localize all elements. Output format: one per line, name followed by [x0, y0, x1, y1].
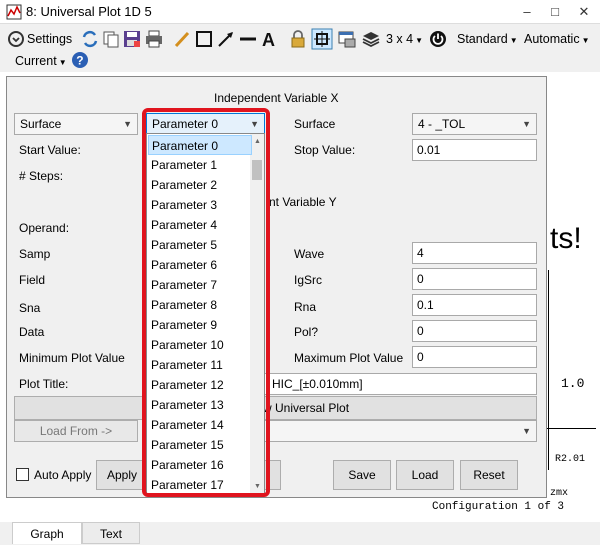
pol-label: Pol? [294, 325, 319, 339]
chevron-down-icon: ▼ [522, 119, 531, 129]
independent-y-header: nt Variable Y [269, 195, 337, 209]
chevron-down-icon: ▼ [522, 426, 531, 436]
plot-axis-tick: 1.0 [561, 376, 585, 391]
standard-label: Standard [457, 32, 508, 46]
plot-big-text: ts! [550, 222, 582, 255]
wave-input[interactable]: 4 [412, 242, 537, 264]
toolbar: Settings A 3 x 4 ▼ Standard ▼ Automatic … [0, 24, 600, 72]
plot-title-label: Plot Title: [19, 377, 69, 391]
save-button[interactable]: Save [333, 460, 391, 490]
refresh-icon[interactable] [80, 29, 100, 49]
rna-label: Rna [294, 300, 317, 314]
sna-label: Sna [19, 301, 41, 315]
maximize-button[interactable]: □ [546, 3, 564, 21]
pencil-icon[interactable] [172, 29, 192, 49]
surface-type-combo[interactable]: Surface ▼ [14, 113, 138, 135]
text-icon[interactable]: A [259, 29, 279, 49]
tab-graph[interactable]: Graph [12, 522, 82, 544]
surface-number-combo[interactable]: 4 - _TOL ▼ [412, 113, 537, 135]
standard-dropdown[interactable]: Standard ▼ [457, 28, 518, 50]
title-bar: 8: Universal Plot 1D 5 – □ ✕ [0, 0, 600, 24]
svg-text:A: A [262, 30, 275, 49]
plot-configuration: Configuration 1 of 3 [432, 501, 565, 513]
field-label: Field [19, 273, 46, 287]
chevron-down-icon: ▼ [509, 36, 518, 45]
surface-type-value: Surface [20, 117, 62, 131]
data-label: Data [19, 325, 45, 339]
lock-icon[interactable] [288, 29, 308, 49]
help-icon[interactable]: ? [71, 51, 89, 69]
close-button[interactable]: ✕ [575, 3, 593, 21]
auto-apply-label: Auto Apply [34, 468, 92, 482]
settings-button[interactable]: Settings [27, 28, 72, 50]
load-from-button[interactable]: Load From -> [14, 420, 138, 442]
igsrc-label: IgSrc [294, 273, 323, 287]
igsrc-input[interactable]: 0 [412, 268, 537, 290]
chevron-down-icon: ▼ [123, 119, 132, 129]
surface-number-value: 4 - _TOL [418, 117, 466, 131]
auto-apply-checkbox[interactable] [16, 468, 29, 481]
crosshair-icon[interactable] [311, 28, 333, 50]
current-label: Current [15, 54, 57, 68]
settings-icon[interactable] [6, 29, 26, 49]
window-title: 8: Universal Plot 1D 5 [26, 4, 152, 19]
current-dropdown[interactable]: Current ▼ [15, 50, 67, 72]
bottom-tabs: Graph Text [0, 522, 600, 545]
line-icon[interactable] [238, 29, 258, 49]
minimize-button[interactable]: – [518, 3, 536, 21]
max-plot-value-label: Maximum Plot Value [294, 351, 404, 365]
svg-text:?: ? [76, 54, 83, 68]
chevron-down-icon: ▼ [581, 36, 590, 45]
surface-label: Surface [294, 117, 336, 131]
stop-value-label: Stop Value: [294, 143, 356, 157]
operand-label: Operand: [19, 221, 70, 235]
window-icon[interactable] [337, 29, 357, 49]
arrow-icon[interactable] [216, 29, 236, 49]
save-icon[interactable] [122, 29, 142, 49]
plot-revision: R2.01 [555, 454, 586, 465]
stop-value-input[interactable]: 0.01 [412, 139, 537, 161]
automatic-dropdown[interactable]: Automatic ▼ [524, 28, 590, 50]
pol-input[interactable]: 0 [412, 320, 537, 342]
max-plot-value-input[interactable]: 0 [412, 346, 537, 368]
rectangle-icon[interactable] [194, 29, 214, 49]
reset-button[interactable]: Reset [460, 460, 518, 490]
highlight-box [142, 108, 270, 497]
samp-label: Samp [19, 247, 51, 261]
chevron-down-icon: ▼ [58, 58, 67, 67]
copy-icon[interactable] [101, 29, 121, 49]
load-button[interactable]: Load [396, 460, 454, 490]
layout-label: 3 x 4 [386, 32, 414, 46]
rna-input[interactable]: 0.1 [412, 294, 537, 316]
power-icon[interactable] [428, 29, 448, 49]
layers-icon[interactable] [361, 29, 381, 49]
automatic-label: Automatic [524, 32, 580, 46]
start-value-label: Start Value: [19, 143, 81, 157]
tab-text[interactable]: Text [82, 522, 140, 544]
independent-x-header: Independent Variable X [214, 91, 339, 105]
min-plot-value-label: Minimum Plot Value [19, 351, 125, 365]
wave-label: Wave [294, 247, 325, 261]
chevron-down-icon: ▼ [415, 36, 424, 45]
steps-label: # Steps: [19, 169, 64, 183]
app-icon [6, 4, 22, 20]
layout-dropdown[interactable]: 3 x 4 ▼ [386, 28, 423, 50]
plot-filename: zmx [550, 488, 569, 499]
print-icon[interactable] [144, 29, 164, 49]
universal-plot-button[interactable]: w Universal Plot [14, 396, 537, 420]
